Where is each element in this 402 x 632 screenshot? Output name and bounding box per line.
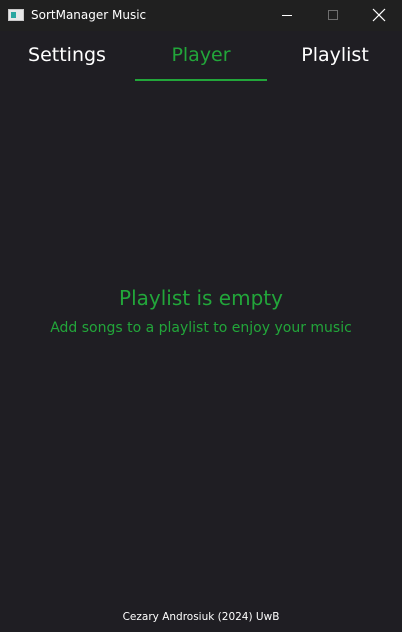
tab-player[interactable]: Player bbox=[135, 44, 267, 82]
empty-playlist-subtitle: Add songs to a playlist to enjoy your mu… bbox=[50, 320, 352, 336]
tab-settings[interactable]: Settings bbox=[0, 44, 134, 82]
app-window-icon bbox=[8, 9, 24, 21]
close-button[interactable] bbox=[356, 0, 402, 31]
app-window: SortManager Music Settings Player Playli… bbox=[0, 0, 402, 632]
tab-playlist[interactable]: Playlist bbox=[268, 44, 402, 82]
window-title: SortManager Music bbox=[31, 8, 147, 22]
minimize-icon bbox=[282, 15, 292, 16]
close-icon bbox=[372, 8, 386, 22]
tab-bar: Settings Player Playlist bbox=[0, 31, 402, 83]
footer-credit: Cezary Androsiuk (2024) UwB bbox=[122, 611, 280, 623]
selected-tab-indicator bbox=[135, 79, 267, 81]
title-bar[interactable]: SortManager Music bbox=[0, 0, 402, 31]
empty-playlist-title: Playlist is empty bbox=[119, 286, 283, 310]
minimize-button[interactable] bbox=[264, 0, 310, 31]
app-icon-pane bbox=[11, 12, 16, 18]
maximize-icon bbox=[328, 10, 338, 20]
maximize-button[interactable] bbox=[310, 0, 356, 31]
